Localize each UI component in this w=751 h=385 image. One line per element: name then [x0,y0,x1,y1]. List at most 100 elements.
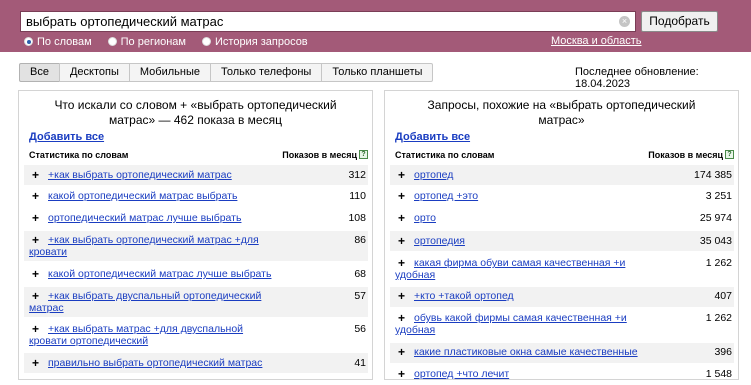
count: 56 [354,323,366,335]
radio-label: История запросов [215,35,308,48]
header-band: выбрать ортопедический матрас × Подобрат… [0,0,751,52]
count: 1 548 [705,368,732,380]
radio-label: По словам [37,35,92,48]
list-item: + орто 25 974 [390,209,734,229]
phrase-link[interactable]: какой ортопедический матрас выбрать [48,190,237,202]
phrase-link[interactable]: ортопед +это [414,190,478,202]
phrase-link[interactable]: +как выбрать ортопедический матрас [48,169,232,181]
list-item: + +кто +такой ортопед 407 [390,287,734,307]
add-plus-icon[interactable]: + [398,212,405,224]
list-item: + какой ортопедический матрас выбрать 110 [24,187,368,207]
count: 35 043 [699,235,732,247]
add-all-button[interactable]: Добавить все [395,131,470,143]
phrase-link[interactable]: ортопед [414,169,453,181]
list-item: + ортопедический матрас лучше выбрать 108 [24,209,368,229]
phrase-link[interactable]: +как выбрать двуспальный ортопедический … [29,290,274,314]
tab-all[interactable]: Все [19,63,60,82]
phrase-link[interactable]: какой ортопедический матрас лучше выбрат… [48,268,271,280]
list-item: + ортопедия 35 043 [390,231,734,251]
right-panel-title: Запросы, похожие на «выбрать ортопедичес… [427,98,696,127]
list-item: + правильно выбрать ортопедический матрас… [24,353,368,373]
list-item: + какая фирма обуви самая качественная +и… [390,255,734,285]
search-input[interactable]: выбрать ортопедический матрас × [20,11,636,32]
list-item: + какие пластиковые окна самые качественн… [390,343,734,363]
search-mode-radios: По словам По регионам История запросов [24,35,324,48]
search-query: выбрать ортопедический матрас [26,14,224,29]
last-update: Последнее обновление: 18.04.2023 [575,66,699,90]
radio-label: По регионам [120,35,186,48]
col-shows-label: Показов в месяц [648,150,723,160]
col-stats-label: Статистика по словам [29,150,129,160]
column-header: Статистика по словам Показов в месяц? [395,150,734,162]
phrase-link[interactable]: ортопедия [414,235,465,247]
radio-dot-icon [24,37,33,46]
count: 110 [349,190,366,202]
add-plus-icon[interactable]: + [32,268,39,280]
radio-dot-icon [107,37,117,46]
phrase-link[interactable]: обувь какой фирмы самая качественная +и … [395,312,640,336]
list-item: + ортопед +это 3 251 [390,187,734,207]
add-all-button[interactable]: Добавить все [29,131,104,143]
col-shows: Показов в месяц? [648,150,734,160]
tab-phones-only[interactable]: Только телефоны [209,63,323,82]
list-item: + обувь какой фирмы самая качественная +и… [390,309,734,339]
radio-dot-icon [202,37,211,46]
add-plus-icon[interactable]: + [398,235,405,247]
tab-mobile[interactable]: Мобильные [128,63,211,82]
count: 41 [354,357,366,369]
list-item: + +как выбрать матрас +для двуспальной кр… [24,321,368,351]
list-item: + +как выбрать двуспальный ортопедический… [24,287,368,317]
count: 1 262 [705,257,732,269]
add-plus-icon[interactable]: + [398,368,405,380]
phrase-link[interactable]: +как выбрать матрас +для двуспальной кро… [29,323,274,347]
count: 396 [714,346,732,358]
col-stats-label: Статистика по словам [395,150,495,160]
search-button[interactable]: Подобрать [641,11,718,32]
list-item: + +как выбрать ортопедический матрас +для… [24,231,368,261]
add-plus-icon[interactable]: + [398,290,405,302]
phrase-link[interactable]: орто [414,212,436,224]
device-tabs: Все Десктопы Мобильные Только телефоны Т… [19,63,434,82]
phrase-link[interactable]: какие пластиковые окна самые качественны… [414,346,638,358]
count: 3 251 [705,190,732,202]
count: 1 262 [705,312,732,324]
count: 174 385 [694,169,732,181]
right-panel: Запросы, похожие на «выбрать ортопедичес… [384,90,739,380]
add-plus-icon[interactable]: + [32,190,39,202]
list-item: + ортопед +что лечит 1 548 [390,365,734,385]
count: 108 [348,212,366,224]
count: 312 [348,169,366,181]
add-plus-icon[interactable]: + [398,346,405,358]
phrase-link[interactable]: ортопед +что лечит [414,368,509,380]
phrase-link[interactable]: какая фирма обуви самая качественная +и … [395,257,640,281]
radio-history[interactable]: История запросов [202,36,308,48]
phrase-link[interactable]: правильно выбрать ортопедический матрас [48,357,262,369]
left-panel-title: Что искали со словом + «выбрать ортопеди… [54,98,337,127]
add-plus-icon[interactable]: + [32,212,39,224]
clear-icon[interactable]: × [619,16,630,27]
col-shows-label: Показов в месяц [282,150,357,160]
add-plus-icon[interactable]: + [398,169,405,181]
radio-by-regions[interactable]: По регионам [107,35,186,48]
count: 407 [714,290,732,302]
add-plus-icon[interactable]: + [32,357,39,369]
phrase-link[interactable]: ортопедический матрас лучше выбрать [48,212,241,224]
count: 57 [354,290,366,302]
tab-desktops[interactable]: Десктопы [58,63,130,82]
help-icon[interactable]: ? [725,150,734,159]
column-header: Статистика по словам Показов в месяц? [29,150,368,162]
region-link[interactable]: Москва и область [551,35,642,47]
col-shows: Показов в месяц? [282,150,368,160]
list-item: + ортопед 174 385 [390,165,734,185]
left-panel: Что искали со словом + «выбрать ортопеди… [18,90,373,380]
count: 86 [354,234,366,246]
count: 25 974 [699,212,732,224]
radio-by-words[interactable]: По словам [24,36,92,48]
tab-tablets-only[interactable]: Только планшеты [321,63,434,82]
help-icon[interactable]: ? [359,150,368,159]
phrase-link[interactable]: +кто +такой ортопед [414,290,514,302]
list-item: + +как выбрать ортопедический матрас 312 [24,165,368,185]
add-plus-icon[interactable]: + [398,190,405,202]
phrase-link[interactable]: +как выбрать ортопедический матрас +для … [29,234,274,258]
add-plus-icon[interactable]: + [32,169,39,181]
